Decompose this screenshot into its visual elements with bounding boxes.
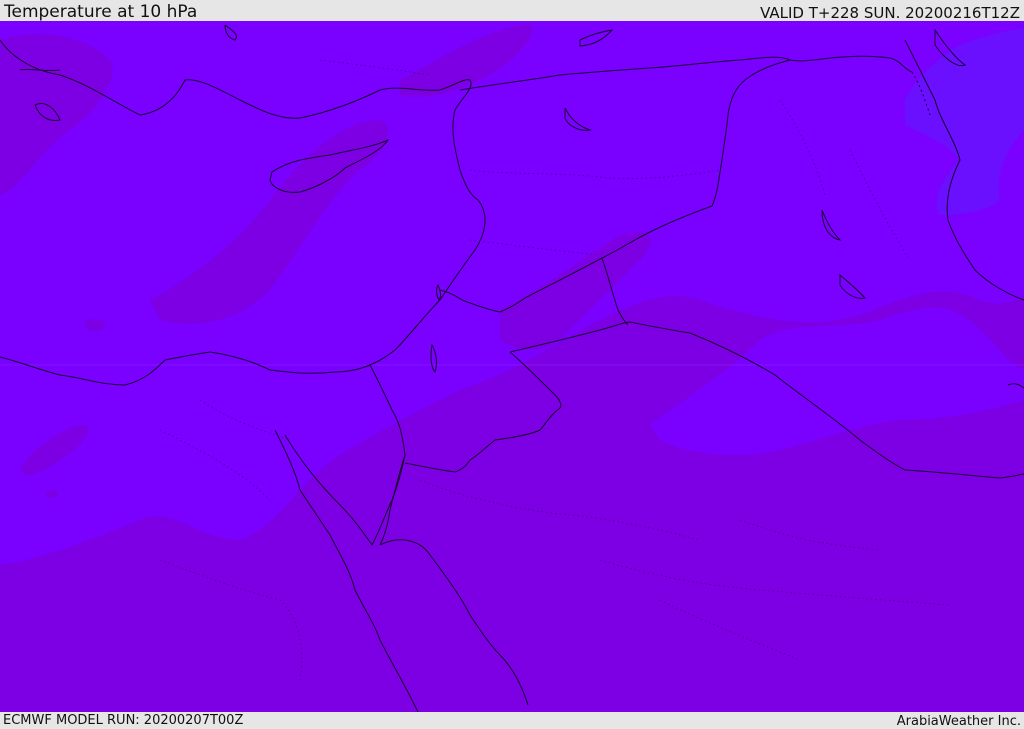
- warm-patch-small-3: [46, 490, 58, 498]
- credit-label: ArabiaWeather Inc.: [896, 714, 1021, 729]
- footer-bar: ECMWF MODEL RUN: 20200207T00Z ArabiaWeat…: [0, 712, 1024, 729]
- map-title: Temperature at 10 hPa: [4, 2, 198, 22]
- temperature-map[interactable]: [0, 21, 1024, 712]
- valid-time-label: VALID T+228 SUN. 20200216T12Z: [760, 4, 1020, 22]
- model-run-label: ECMWF MODEL RUN: 20200207T00Z: [3, 713, 244, 728]
- warm-patch-small-1: [85, 319, 105, 331]
- header-bar: Temperature at 10 hPa VALID T+228 SUN. 2…: [0, 0, 1024, 21]
